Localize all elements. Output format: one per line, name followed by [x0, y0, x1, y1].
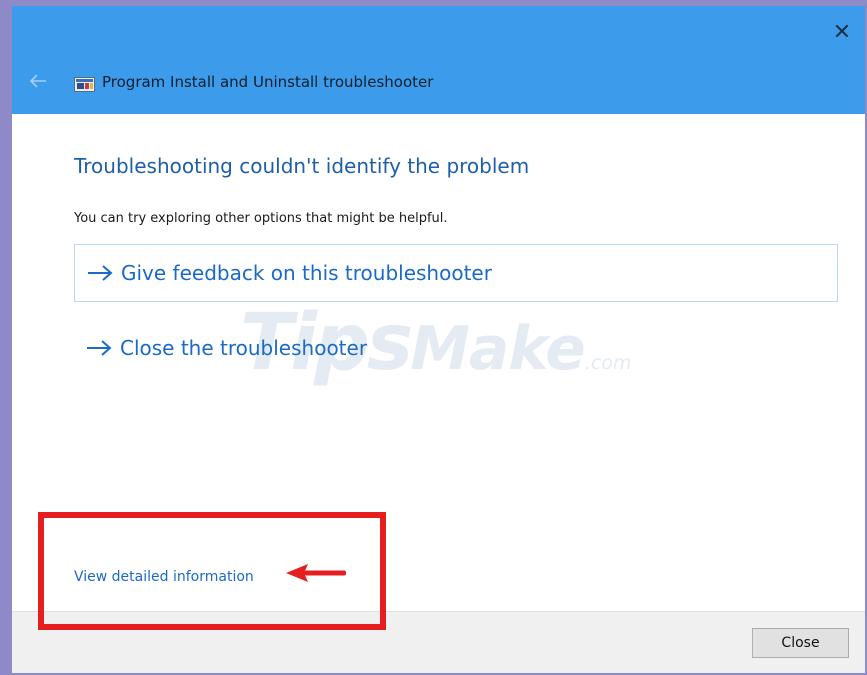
troubleshooter-window: ✕ Program Install and Uninstall troubles…	[12, 6, 865, 673]
arrow-right-icon	[87, 264, 121, 282]
view-detailed-information-link[interactable]: View detailed information	[74, 569, 254, 585]
red-arrow-icon	[286, 564, 346, 582]
title-bar: ✕ Program Install and Uninstall troubles…	[12, 6, 865, 114]
window-title: Program Install and Uninstall troublesho…	[102, 73, 434, 91]
page-subtext: You can try exploring other options that…	[74, 211, 448, 226]
close-troubleshooter-option[interactable]: Close the troubleshooter	[74, 319, 838, 377]
screenshot-frame: ✕ Program Install and Uninstall troubles…	[0, 0, 867, 675]
troubleshooter-app-icon	[74, 77, 95, 92]
arrow-right-icon	[86, 339, 120, 357]
give-feedback-option[interactable]: Give feedback on this troubleshooter	[74, 244, 838, 302]
give-feedback-label: Give feedback on this troubleshooter	[121, 261, 492, 285]
content-area: Troubleshooting couldn't identify the pr…	[12, 114, 865, 611]
back-arrow-icon[interactable]	[28, 71, 48, 91]
page-heading: Troubleshooting couldn't identify the pr…	[74, 154, 530, 178]
close-button[interactable]: Close	[752, 628, 849, 658]
close-window-icon[interactable]: ✕	[829, 20, 855, 46]
close-troubleshooter-label: Close the troubleshooter	[120, 336, 368, 360]
footer-bar: Close	[12, 611, 865, 673]
